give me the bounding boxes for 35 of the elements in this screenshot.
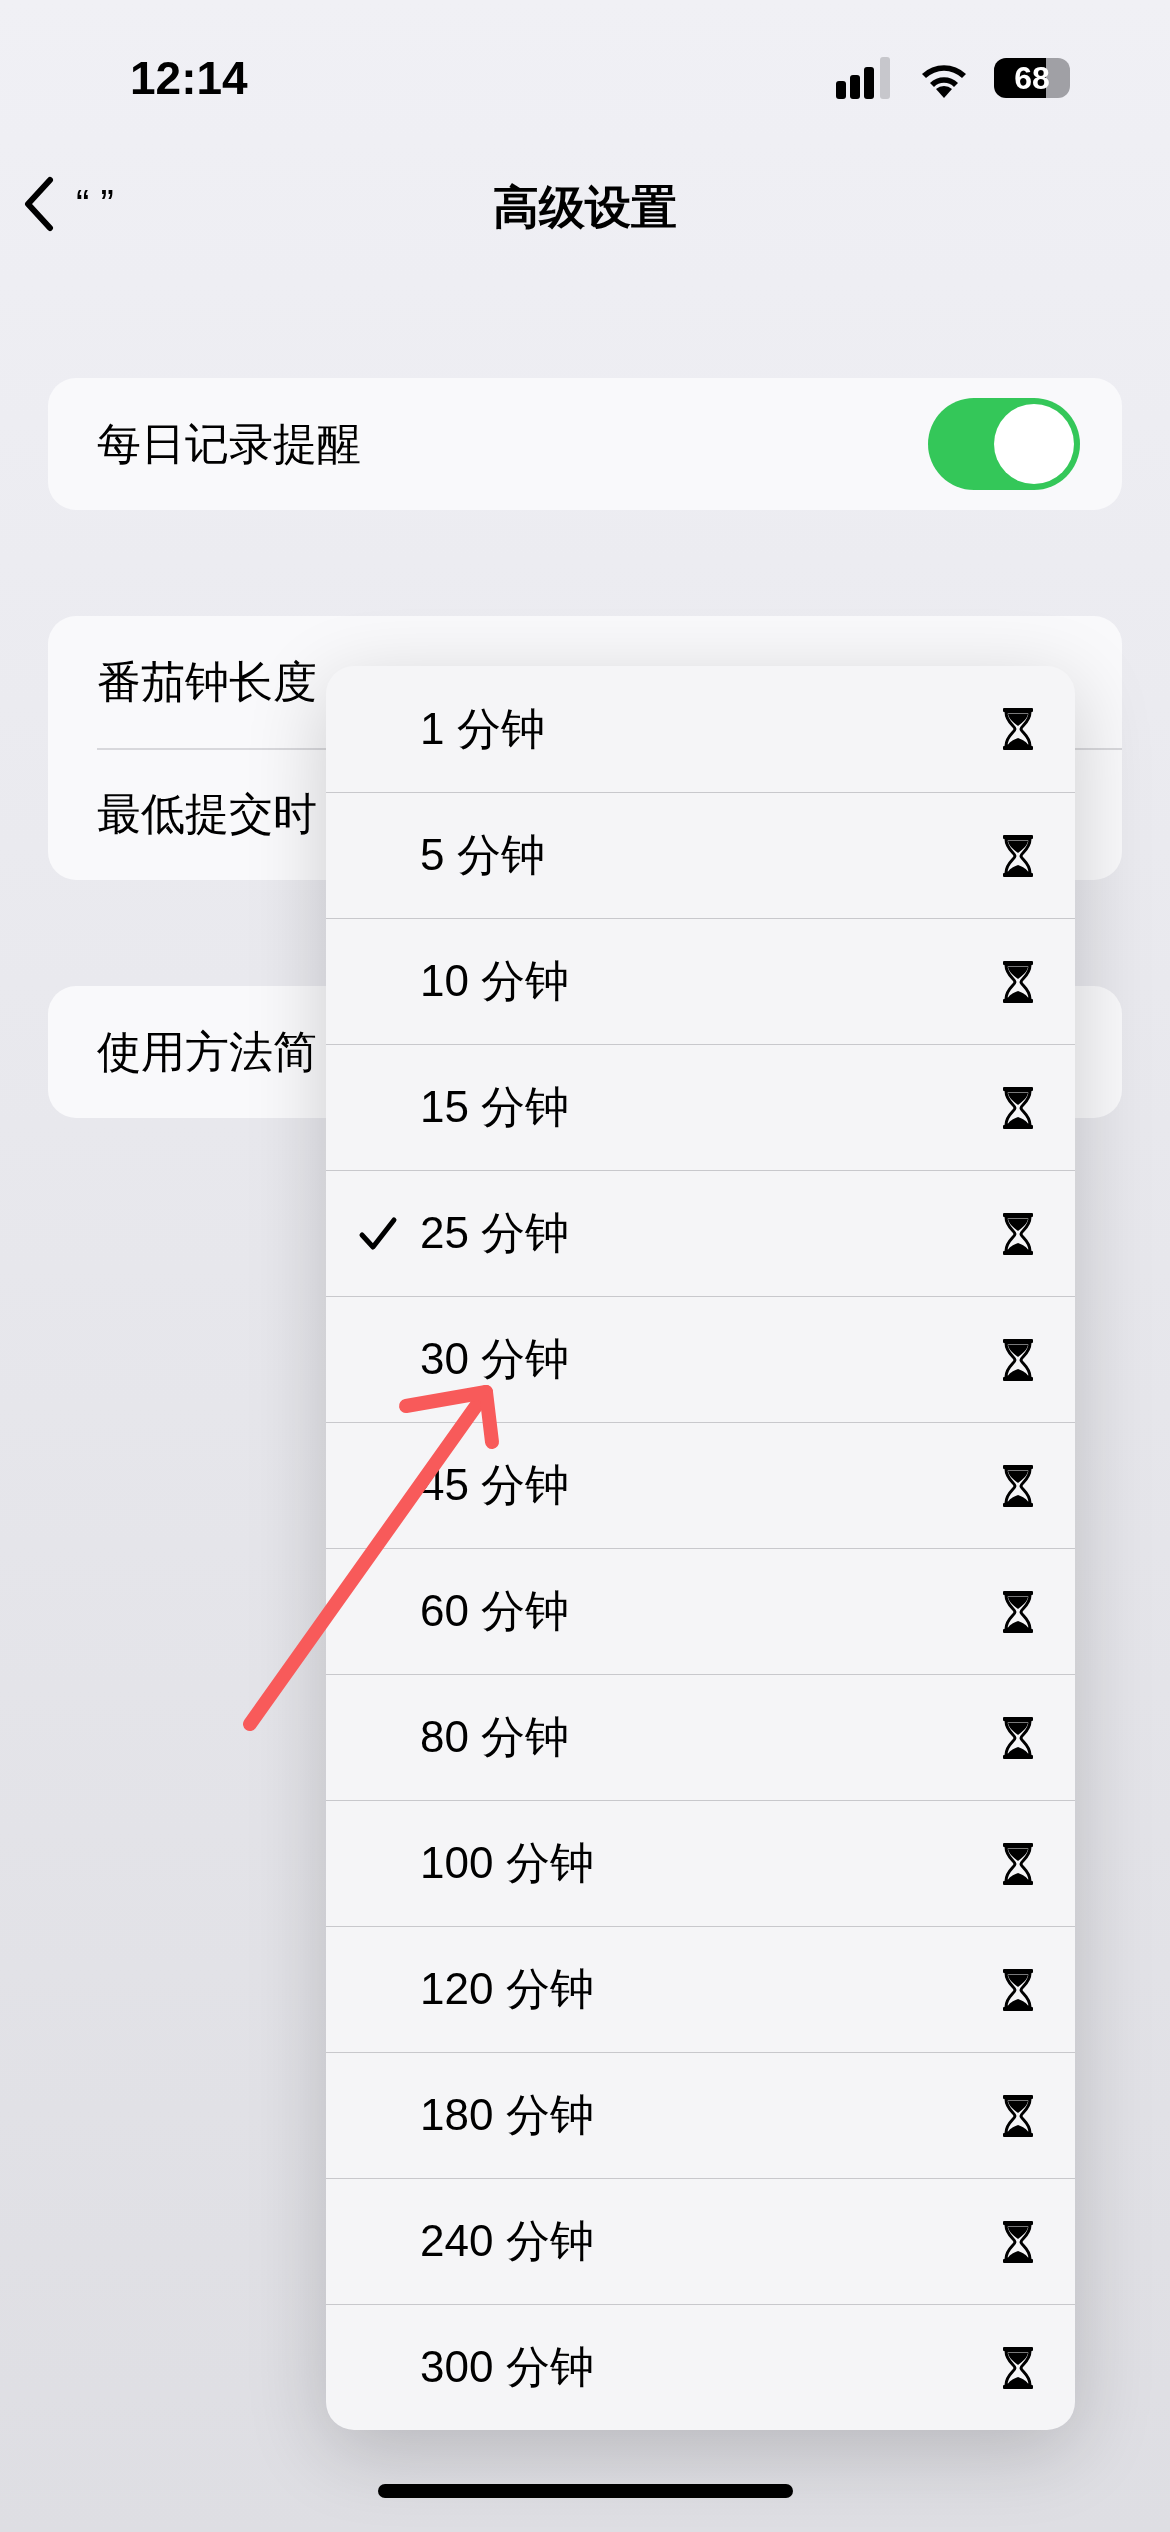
setting-label: 最低提交时 xyxy=(97,787,317,840)
menu-item[interactable]: 180 分钟 xyxy=(326,2052,1075,2178)
hourglass-icon xyxy=(1003,1212,1033,1255)
hourglass-icon xyxy=(1003,1842,1033,1885)
menu-item[interactable]: 120 分钟 xyxy=(326,1926,1075,2052)
hourglass-icon xyxy=(1003,1464,1033,1507)
back-button[interactable]: “ ” xyxy=(24,176,114,232)
hourglass-icon xyxy=(1003,708,1033,750)
hourglass-icon xyxy=(1003,1338,1033,1381)
status-time: 12:14 xyxy=(130,51,248,105)
hourglass-icon xyxy=(1003,1590,1033,1633)
menu-item[interactable]: 80 分钟 xyxy=(326,1674,1075,1800)
menu-item[interactable]: 60 分钟 xyxy=(326,1548,1075,1674)
menu-item[interactable]: 10 分钟 xyxy=(326,918,1075,1044)
setting-label: 使用方法简 xyxy=(97,1025,317,1078)
hourglass-icon xyxy=(1003,2346,1033,2389)
menu-item[interactable]: 100 分钟 xyxy=(326,1800,1075,1926)
hourglass-icon xyxy=(1003,834,1033,877)
menu-item[interactable]: 1 分钟 xyxy=(326,666,1075,792)
page-title: 高级设置 xyxy=(493,180,677,235)
hourglass-icon xyxy=(1003,2094,1033,2137)
hourglass-icon xyxy=(1003,2220,1033,2263)
setting-label: 番茄钟长度 xyxy=(97,655,317,708)
setting-label: 每日记录提醒 xyxy=(97,417,361,470)
menu-item[interactable]: 300 分钟 xyxy=(326,2304,1075,2430)
menu-item[interactable]: 240 分钟 xyxy=(326,2178,1075,2304)
hourglass-icon xyxy=(1003,960,1033,1003)
menu-item[interactable]: 30 分钟 xyxy=(326,1296,1075,1422)
back-chevron-icon xyxy=(24,176,54,232)
hourglass-icon xyxy=(1003,1086,1033,1129)
hourglass-icon xyxy=(1003,1968,1033,2011)
menu-item[interactable]: 5 分钟 xyxy=(326,792,1075,918)
hourglass-icon xyxy=(1003,1716,1033,1759)
menu-item[interactable]: 15 分钟 xyxy=(326,1044,1075,1170)
menu-item[interactable]: 25 分钟 xyxy=(326,1170,1075,1296)
